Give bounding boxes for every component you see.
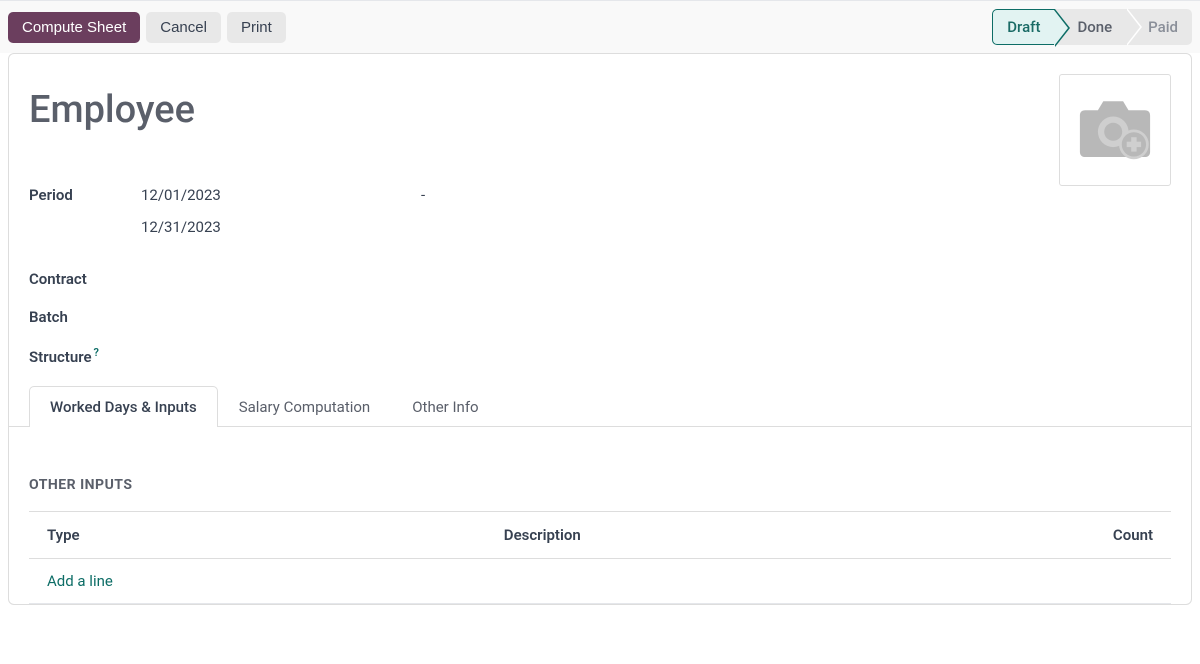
status-bar: Draft Done Paid (992, 9, 1192, 45)
other-inputs-table: Type Description Count Add a line (29, 511, 1171, 604)
print-button[interactable]: Print (227, 12, 286, 43)
compute-sheet-button[interactable]: Compute Sheet (8, 12, 140, 43)
structure-label: Structure? (29, 346, 141, 366)
col-type: Type (29, 512, 486, 559)
table-header-row: Type Description Count (29, 512, 1171, 559)
table-row-add: Add a line (29, 559, 1171, 604)
camera-add-icon (1074, 94, 1156, 166)
tab-worked-days-inputs[interactable]: Worked Days & Inputs (29, 386, 218, 427)
contract-label: Contract (29, 270, 141, 288)
page-title: Employee (29, 88, 195, 132)
structure-label-text: Structure (29, 348, 92, 366)
add-line-link[interactable]: Add a line (47, 572, 113, 590)
field-structure: Structure? (29, 346, 1171, 366)
tab-other-info[interactable]: Other Info (391, 386, 499, 427)
col-count: Count (1000, 512, 1171, 559)
title-row: Employee (29, 74, 1171, 186)
toolbar-actions: Compute Sheet Cancel Print (8, 12, 286, 43)
field-contract: Contract (29, 270, 1171, 288)
period-start[interactable]: 12/01/2023 (141, 186, 421, 204)
batch-label: Batch (29, 308, 141, 326)
period-dates: 12/01/2023 12/31/2023 - (141, 186, 425, 250)
section-heading-other-inputs: OTHER INPUTS (29, 477, 1171, 493)
col-description: Description (486, 512, 1000, 559)
form-sheet: Employee Period 12/01/2023 12/31/2023 - (8, 53, 1192, 605)
form-fields: Period 12/01/2023 12/31/2023 - Contract … (29, 186, 1171, 366)
field-batch: Batch (29, 308, 1171, 326)
field-period: Period 12/01/2023 12/31/2023 - (29, 186, 1171, 250)
employee-image-placeholder[interactable] (1059, 74, 1171, 186)
tab-content: OTHER INPUTS Type Description Count Add … (29, 427, 1171, 604)
toolbar: Compute Sheet Cancel Print Draft Done Pa… (0, 0, 1200, 53)
period-label: Period (29, 186, 141, 204)
period-separator: - (421, 186, 425, 204)
tabs: Worked Days & Inputs Salary Computation … (9, 386, 1191, 427)
help-icon[interactable]: ? (94, 346, 99, 359)
period-end[interactable]: 12/31/2023 (141, 218, 421, 236)
tab-salary-computation[interactable]: Salary Computation (218, 386, 392, 427)
status-step-draft[interactable]: Draft (992, 9, 1055, 45)
cancel-button[interactable]: Cancel (146, 12, 221, 43)
